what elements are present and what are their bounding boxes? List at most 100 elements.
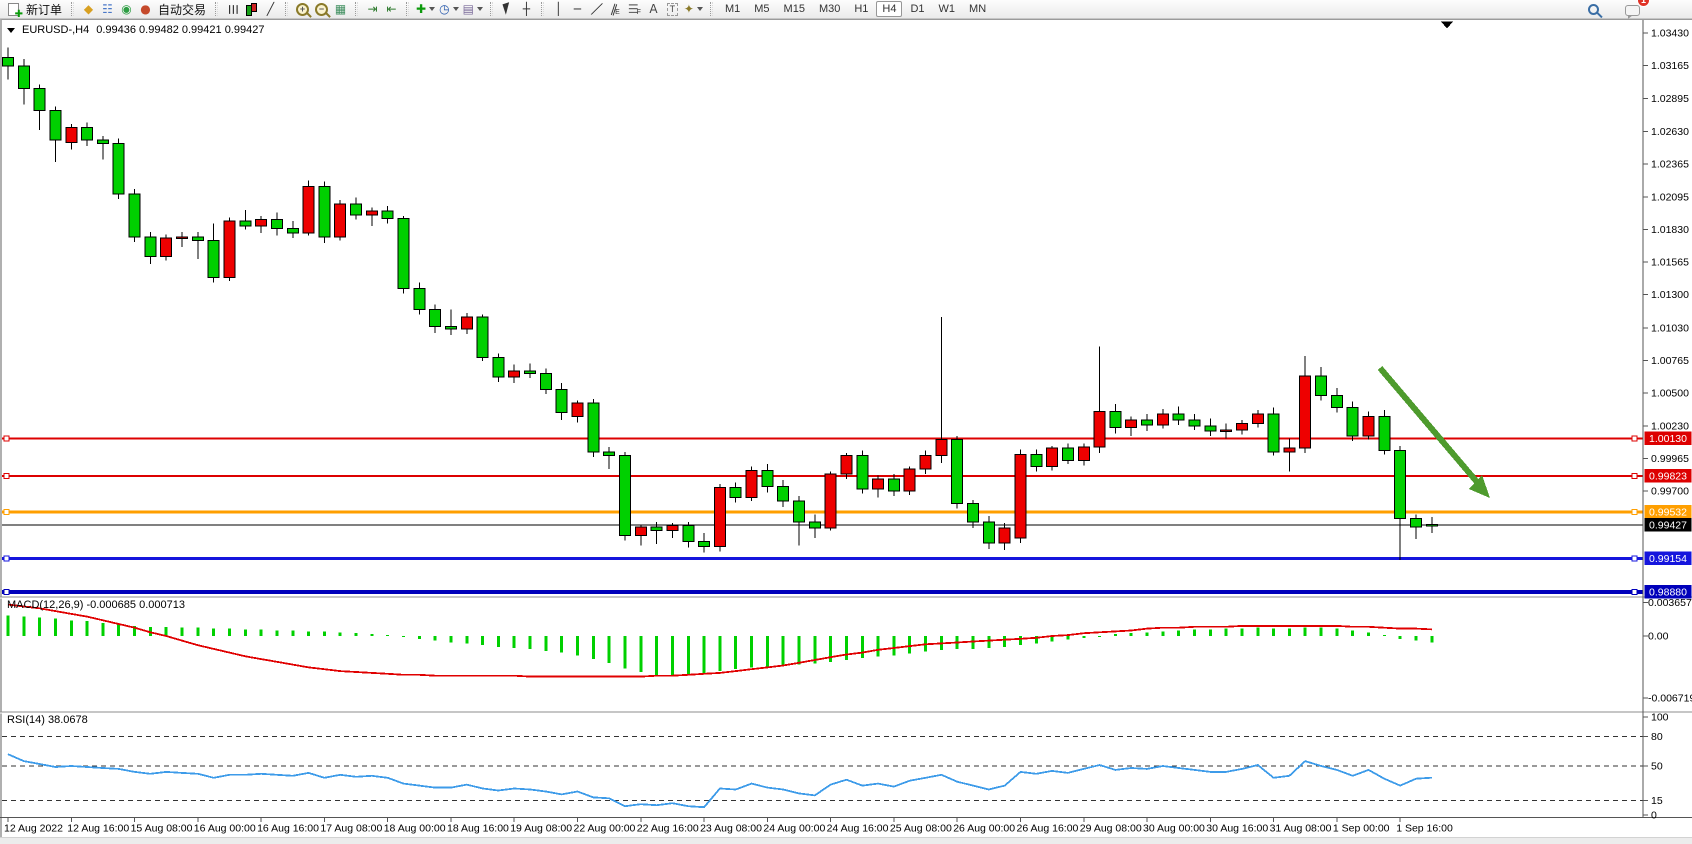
toolbar-separator	[541, 2, 544, 16]
svg-text:0.99823: 0.99823	[1649, 471, 1687, 483]
candle-body	[825, 474, 836, 528]
macd-histogram-bar	[1193, 630, 1196, 637]
macd-histogram-bar	[529, 636, 532, 649]
time-tick-label: 12 Aug 16:00	[67, 823, 129, 835]
vertical-line-button[interactable]: │	[549, 1, 568, 18]
candle-body	[271, 220, 282, 229]
line-handle[interactable]	[1632, 436, 1637, 441]
new-order-button[interactable]	[4, 1, 23, 18]
svg-text:0.99427: 0.99427	[1649, 519, 1687, 531]
crosshair-button[interactable]: ┼	[517, 1, 536, 18]
chart-shift-button[interactable]: ⇤	[382, 1, 401, 18]
notifications-button[interactable]: 1	[1623, 1, 1642, 18]
periods-button[interactable]: ◷	[437, 1, 460, 18]
price-tick-label: 1.00500	[1651, 388, 1689, 400]
trend-line-button[interactable]: ╱	[587, 1, 606, 18]
macd-histogram-bar	[54, 619, 57, 637]
timeframe-button-M15[interactable]: M15	[778, 1, 811, 17]
text-label-button[interactable]: T	[663, 1, 682, 18]
candle-body	[1047, 448, 1058, 467]
text-button[interactable]: A	[644, 1, 663, 18]
line-handle[interactable]	[1632, 556, 1637, 561]
macd-histogram-bar	[1066, 636, 1069, 640]
candle-body	[1347, 408, 1358, 436]
horizontal-line-button[interactable]: ─	[568, 1, 587, 18]
line-handle[interactable]	[1632, 509, 1637, 514]
market-watch-button[interactable]: ◆	[79, 1, 98, 18]
line-chart-button[interactable]: ╱	[261, 1, 280, 18]
candle-body	[873, 479, 884, 489]
chart-shift-marker[interactable]	[1441, 22, 1453, 29]
data-window-button[interactable]: ☷	[98, 1, 117, 18]
horizontal-level-line[interactable]	[2, 556, 1643, 561]
macd-histogram-bar	[1288, 629, 1291, 636]
horizontal-level-line[interactable]	[2, 436, 1643, 441]
indicators-button[interactable]: ✚	[414, 1, 437, 18]
macd-tick-label: 0.00	[1648, 631, 1669, 643]
svg-text:0.99154: 0.99154	[1649, 553, 1687, 565]
macd-histogram-bar	[592, 636, 595, 659]
candlestick-chart-button[interactable]	[242, 1, 261, 18]
timeframe-button-H1[interactable]: H1	[848, 1, 874, 17]
time-axis[interactable]: 12 Aug 202212 Aug 16:0015 Aug 08:0016 Au…	[4, 818, 1453, 835]
macd-histogram-bar	[355, 633, 358, 636]
arrows-button[interactable]: ✦	[682, 1, 705, 18]
dropdown-arrow-icon	[453, 7, 459, 11]
macd-histogram-bar	[560, 636, 563, 653]
timeframe-button-M5[interactable]: M5	[748, 1, 775, 17]
search-button[interactable]	[1584, 1, 1603, 18]
candle-body	[366, 211, 377, 215]
candle-body	[714, 488, 725, 547]
candle-body	[161, 238, 172, 256]
equidistant-channel-button[interactable]: ∥E	[606, 1, 625, 18]
chart-canvas[interactable]: 1.034301.031651.028951.026301.023651.020…	[0, 0, 1692, 844]
timeframe-button-H4[interactable]: H4	[876, 1, 902, 17]
horizontal-line-icon: ─	[574, 1, 581, 18]
line-handle[interactable]	[4, 509, 9, 514]
templates-button[interactable]: ▤	[461, 1, 485, 18]
tile-windows-button[interactable]: ▦	[331, 1, 350, 18]
line-handle[interactable]	[4, 474, 9, 479]
candle-body	[699, 542, 710, 547]
dropdown-arrow-icon	[477, 7, 483, 11]
panel-separators[interactable]	[0, 597, 1692, 818]
market-watch-icon: ◆	[84, 1, 93, 18]
toolbar-separator	[355, 2, 358, 16]
auto-trading-button[interactable]: ●	[136, 1, 155, 18]
line-handle[interactable]	[4, 436, 9, 441]
candle-body	[1331, 395, 1342, 407]
macd-histogram-bar	[1415, 636, 1418, 641]
macd-histogram-bar	[228, 629, 231, 636]
timeframe-button-MN[interactable]: MN	[963, 1, 992, 17]
auto-scroll-button[interactable]: ⇥	[363, 1, 382, 18]
line-handle[interactable]	[4, 590, 9, 595]
candle-body	[224, 221, 235, 278]
auto-scroll-icon: ⇥	[368, 1, 378, 18]
macd-histogram-bar	[181, 628, 184, 636]
line-handle[interactable]	[4, 556, 9, 561]
line-handle[interactable]	[1632, 590, 1637, 595]
macd-histogram-bar	[7, 616, 10, 636]
candle-body	[66, 128, 77, 143]
candle-body	[1363, 416, 1374, 436]
macd-histogram-bar	[624, 636, 627, 668]
price-axis[interactable]: 1.034301.031651.028951.026301.023651.020…	[1643, 28, 1692, 822]
horizontal-level-line[interactable]	[2, 590, 1643, 595]
timeframe-button-D1[interactable]: D1	[904, 1, 930, 17]
timeframe-button-M30[interactable]: M30	[813, 1, 846, 17]
timeframe-button-M1[interactable]: M1	[719, 1, 746, 17]
rsi-tick-label: 0	[1651, 810, 1657, 822]
timeframe-button-W1[interactable]: W1	[933, 1, 962, 17]
signal-button[interactable]: ◉	[117, 1, 136, 18]
cursor-button[interactable]	[498, 1, 517, 18]
fibonacci-button[interactable]: ☰F	[625, 1, 644, 18]
dropdown-arrow-icon	[429, 7, 435, 11]
zoom-out-button[interactable]: −	[312, 1, 331, 18]
zoom-in-button[interactable]: +	[293, 1, 312, 18]
price-tick-label: 1.03430	[1651, 28, 1689, 40]
line-handle[interactable]	[1632, 474, 1637, 479]
bar-chart-button[interactable]: ☰	[223, 1, 242, 18]
toolbar: 新订单◆☷◉●自动交易☰╱+−▦⇥⇤✚◷▤┼│─╱∥E☰FAT✦M1M5M15M…	[0, 0, 1692, 19]
zoom-out-icon: −	[315, 3, 328, 16]
time-tick-label: 24 Aug 16:00	[827, 823, 889, 835]
